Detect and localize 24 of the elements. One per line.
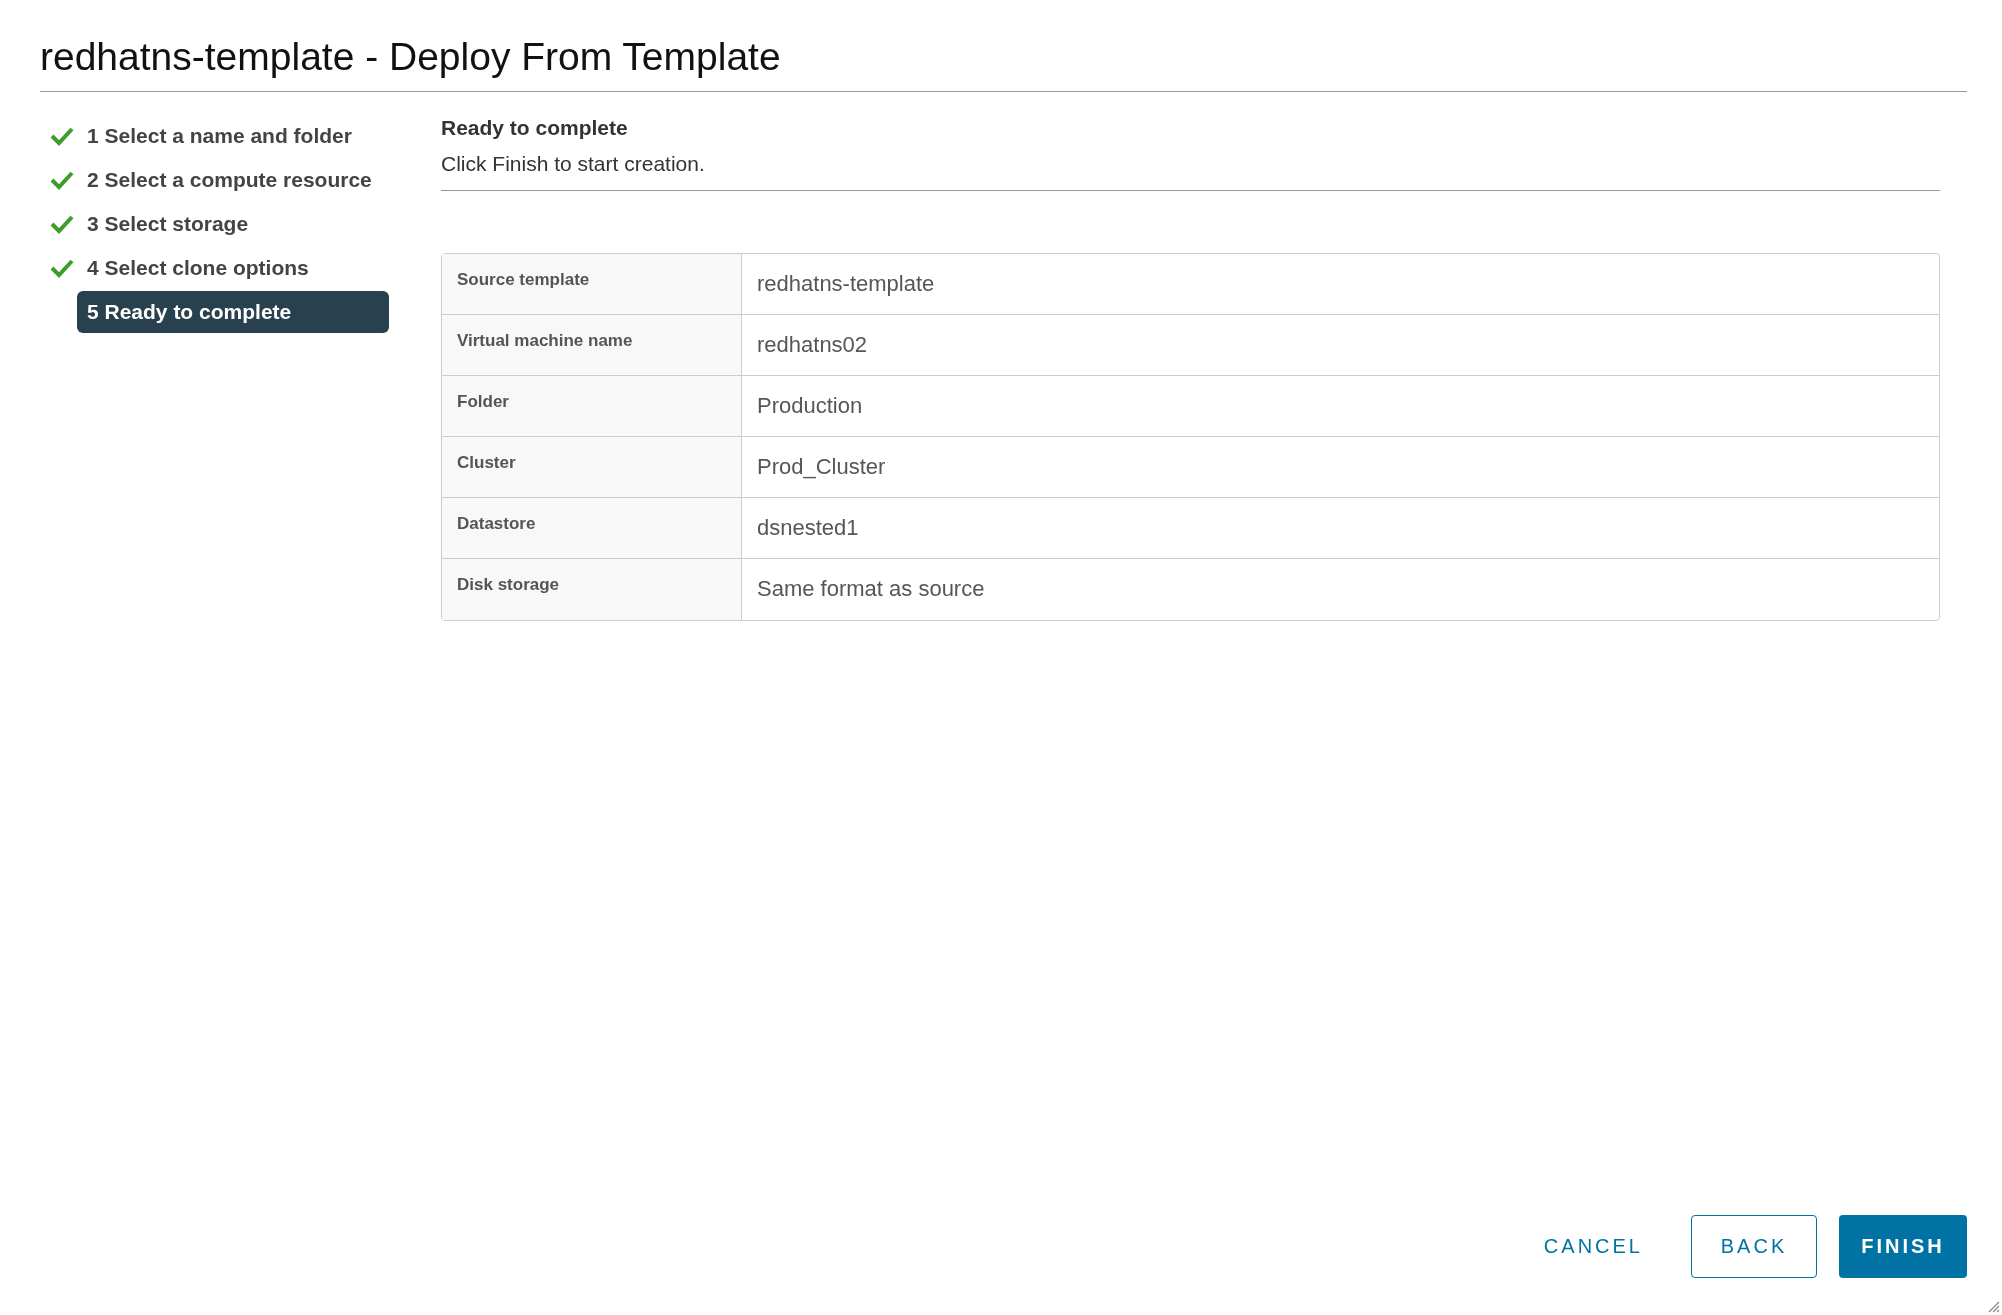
window-title: redhatns-template - Deploy From Template [40,36,782,79]
finish-button[interactable]: FINISH [1839,1215,1967,1278]
cancel-button[interactable]: CANCEL [1517,1215,1669,1278]
summary-value: redhatns-template [742,253,1939,315]
wizard-step[interactable]: 5 Ready to complete [77,290,389,333]
page-subtitle: Click Finish to start creation. [441,151,1940,191]
page-heading: Ready to complete [441,115,629,140]
summary-label: Datastore [442,497,742,559]
wizard-step[interactable]: 4 Select clone options [77,246,319,289]
resize-handle-icon[interactable] [1988,1301,2000,1313]
summary-value: Production [742,375,1939,437]
summary-value: redhatns02 [742,314,1939,376]
summary-label: Source template [442,253,742,315]
summary-label: Folder [442,375,742,437]
wizard-step[interactable]: 2 Select a compute resource [77,158,382,201]
summary-value: dsnested1 [742,497,1939,559]
wizard-step[interactable]: 3 Select storage [77,202,259,245]
summary-label: Disk storage [442,558,742,620]
summary-value: Same format as source [756,575,986,604]
summary-value: Prod_Cluster [742,436,1939,498]
summary-label: Cluster [442,436,742,498]
back-button[interactable]: BACK [1691,1215,1817,1278]
wizard-step[interactable]: 1 Select a name and folder [77,114,362,157]
summary-label: Virtual machine name [442,314,742,376]
